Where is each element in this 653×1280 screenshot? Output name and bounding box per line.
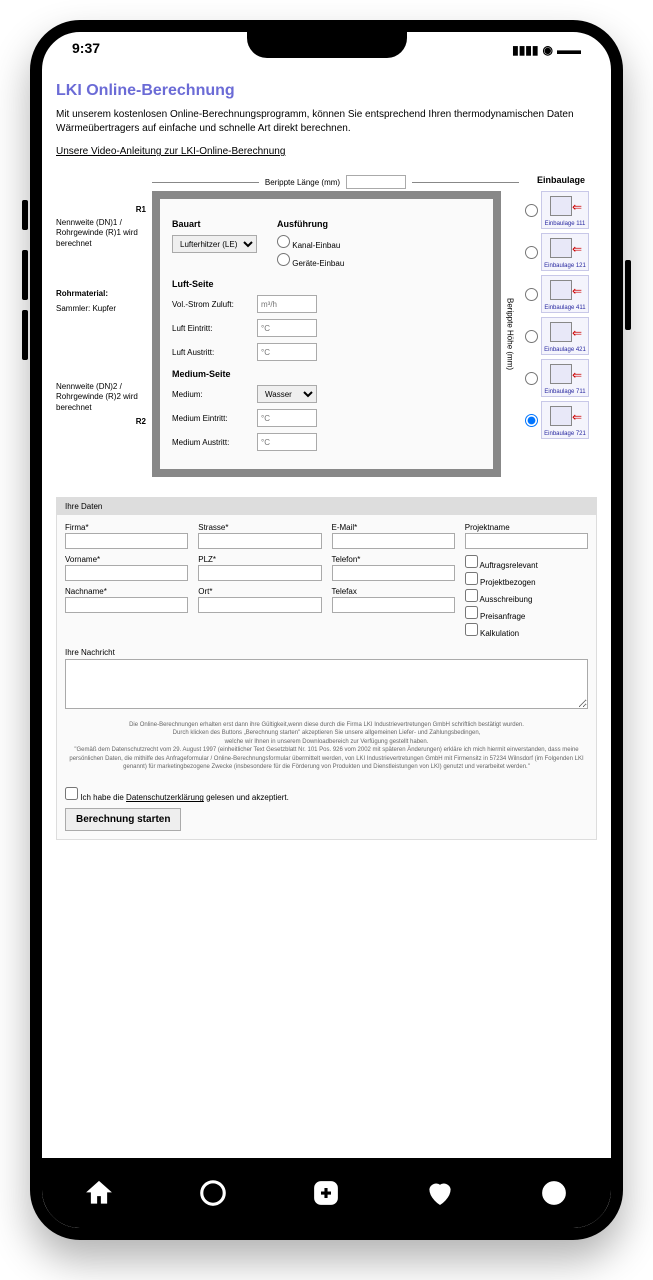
phone-notch (247, 32, 407, 58)
bottom-nav (42, 1158, 611, 1228)
ausfuehrung-heading: Ausführung (277, 219, 344, 229)
check-auftrag[interactable]: Auftragsrelevant (465, 555, 588, 570)
einbau-option[interactable]: Einbaulage 111 (525, 191, 597, 229)
einbau-tile: Einbaulage 721 (541, 401, 589, 439)
luft-aus-label: Luft Austritt: (172, 348, 257, 357)
height-dim: Berippte Höhe (mm) (501, 191, 519, 477)
battery-icon: ▬▬ (557, 43, 581, 57)
einbau-tile: Einbaulage 121 (541, 233, 589, 271)
firma-label: Firma* (65, 523, 188, 532)
check-projekt[interactable]: Projektbezogen (465, 572, 588, 587)
nw1-label: Nennweite (DN)1 / Rohrgewinde (R)1 wird … (56, 218, 146, 249)
wifi-icon: ◉ (543, 43, 553, 57)
luft-heading: Luft-Seite (172, 279, 481, 289)
vorname-input[interactable] (65, 565, 188, 581)
medium-heading: Medium-Seite (172, 369, 481, 379)
bauart-heading: Bauart (172, 219, 257, 229)
einbau-tile: Einbaulage 711 (541, 359, 589, 397)
ausf-opt2[interactable]: Geräte-Einbau (277, 253, 344, 268)
phone-volume-up (22, 250, 28, 300)
nw2-label: Nennweite (DN)2 / Rohrgewinde (R)2 wird … (56, 382, 146, 413)
firma-input[interactable] (65, 533, 188, 549)
signal-icon: ▮▮▮▮ (512, 43, 538, 57)
luft-ein-input[interactable] (257, 319, 317, 337)
length-dim-label: Berippte Länge (mm) (265, 178, 340, 187)
legal-text: Die Online-Berechnungen erhalten erst da… (65, 711, 588, 781)
screen-content: LKI Online-Berechnung Mit unserem kosten… (42, 72, 611, 1158)
intro-text: Mit unserem kostenlosen Online-Berechnun… (56, 108, 597, 136)
email-input[interactable] (332, 533, 455, 549)
phone-volume-down (22, 310, 28, 360)
length-input[interactable] (346, 175, 406, 189)
einbau-tile: Einbaulage 411 (541, 275, 589, 313)
ausf-opt1[interactable]: Kanal-Einbau (277, 235, 344, 250)
einbau-option[interactable]: Einbaulage 421 (525, 317, 597, 355)
phone-frame: 9:37 ▮▮▮▮ ◉ ▬▬ LKI Online-Berechnung Mit… (30, 20, 623, 1240)
heart-icon[interactable] (425, 1178, 455, 1208)
einbau-tile: Einbaulage 111 (541, 191, 589, 229)
r1-tag: R1 (56, 205, 146, 214)
einbau-option[interactable]: Einbaulage 721 (525, 401, 597, 439)
medium-ein-label: Medium Eintritt: (172, 414, 257, 423)
calc-frame: Bauart Lufterhitzer (LE) Ausführung Kana… (152, 191, 501, 477)
einbau-option[interactable]: Einbaulage 711 (525, 359, 597, 397)
profile-icon[interactable] (539, 1178, 569, 1208)
vol-label: Vol.-Strom Zuluft: (172, 300, 257, 309)
video-tutorial-link[interactable]: Unsere Video-Anleitung zur LKI-Online-Be… (56, 146, 597, 157)
luft-ein-label: Luft Eintritt: (172, 324, 257, 333)
phone-mute-switch (22, 200, 28, 230)
telefax-label: Telefax (332, 587, 455, 596)
phone-power-button (625, 260, 631, 330)
msg-label: Ihre Nachricht (65, 648, 588, 657)
medium-label: Medium: (172, 390, 257, 399)
telefon-input[interactable] (332, 565, 455, 581)
telefon-label: Telefon* (332, 555, 455, 564)
ort-label: Ort* (198, 587, 321, 596)
check-kalkulation[interactable]: Kalkulation (465, 623, 588, 638)
left-labels: R1 Nennweite (DN)1 / Rohrgewinde (R)1 wi… (56, 175, 146, 477)
vorname-label: Vorname* (65, 555, 188, 564)
check-preis[interactable]: Preisanfrage (465, 606, 588, 621)
strasse-input[interactable] (198, 533, 321, 549)
rohrmaterial-heading: Rohrmaterial: (56, 289, 146, 299)
nachname-input[interactable] (65, 597, 188, 613)
luft-aus-input[interactable] (257, 343, 317, 361)
userdata-header: Ihre Daten (57, 498, 596, 515)
einbau-title: Einbaulage (525, 175, 597, 185)
telefax-input[interactable] (332, 597, 455, 613)
medium-ein-input[interactable] (257, 409, 317, 427)
vol-input[interactable] (257, 295, 317, 313)
submit-button[interactable]: Berechnung starten (65, 808, 181, 831)
einbau-option[interactable]: Einbaulage 121 (525, 233, 597, 271)
status-time: 9:37 (72, 40, 100, 60)
medium-aus-input[interactable] (257, 433, 317, 451)
nachname-label: Nachname* (65, 587, 188, 596)
strasse-label: Strasse* (198, 523, 321, 532)
email-label: E-Mail* (332, 523, 455, 532)
projekt-input[interactable] (465, 533, 588, 549)
einbau-option[interactable]: Einbaulage 411 (525, 275, 597, 313)
msg-textarea[interactable] (65, 659, 588, 709)
plz-label: PLZ* (198, 555, 321, 564)
bauart-select[interactable]: Lufterhitzer (LE) (172, 235, 257, 253)
plus-icon[interactable] (311, 1178, 341, 1208)
plz-input[interactable] (198, 565, 321, 581)
privacy-checkbox[interactable]: Ich habe die Datenschutzerklärung gelese… (65, 793, 289, 802)
medium-aus-label: Medium Austritt: (172, 438, 257, 447)
home-icon[interactable] (84, 1178, 114, 1208)
projekt-label: Projektname (465, 523, 588, 532)
ort-input[interactable] (198, 597, 321, 613)
einbau-tile: Einbaulage 421 (541, 317, 589, 355)
r2-tag: R2 (56, 417, 146, 426)
medium-select[interactable]: Wasser (257, 385, 317, 403)
check-ausschreibung[interactable]: Ausschreibung (465, 589, 588, 604)
rohrmaterial-value: Sammler: Kupfer (56, 304, 146, 314)
circle-icon[interactable] (198, 1178, 228, 1208)
page-title: LKI Online-Berechnung (56, 82, 597, 100)
